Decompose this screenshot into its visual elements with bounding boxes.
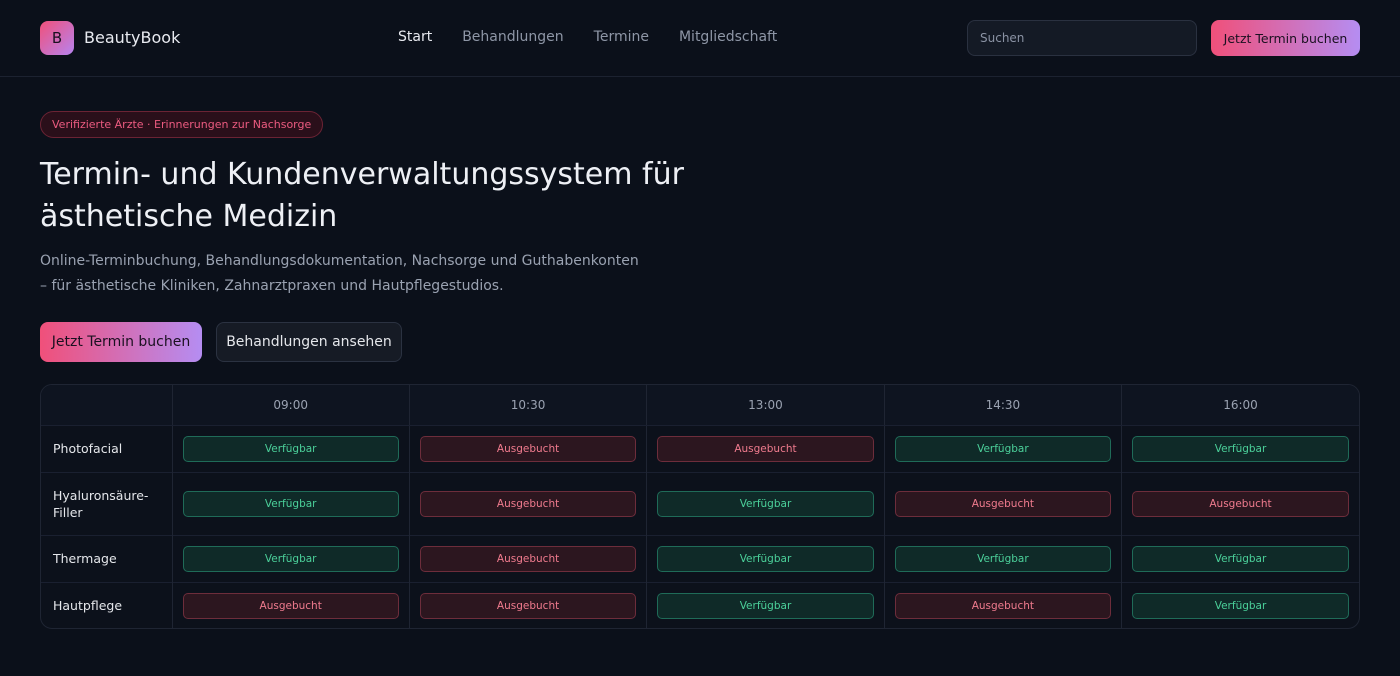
slot-cell: Ausgebucht: [171, 581, 410, 628]
nav-behandlungen[interactable]: Behandlungen: [462, 29, 563, 45]
slot-cell: Verfügbar: [171, 534, 410, 582]
availability-schedule: 09:00 10:30 13:00 14:30 16:00 Photofacia…: [40, 384, 1360, 629]
hero-book-button[interactable]: Jetzt Termin buchen: [40, 322, 202, 362]
slot-cell: Verfügbar: [171, 471, 410, 535]
slot-cell: Ausgebucht: [408, 424, 647, 472]
slot-cell: Verfügbar: [646, 471, 885, 535]
schedule-header-row: 09:00 10:30 13:00 14:30 16:00: [41, 385, 1359, 426]
time-header: 13:00: [646, 385, 885, 426]
time-header: 09:00: [171, 385, 410, 426]
slot-available-button[interactable]: Verfügbar: [1132, 592, 1349, 619]
page-subtitle: Online-Terminbuchung, Behandlungsdokumen…: [40, 253, 639, 294]
treatment-name: Thermage: [41, 534, 172, 582]
view-treatments-button[interactable]: Behandlungen ansehen: [216, 322, 402, 362]
treatment-name: Hyaluronsäure-Filler: [41, 471, 172, 535]
slot-available-button[interactable]: Verfügbar: [1132, 545, 1349, 572]
slot-booked-badge[interactable]: Ausgebucht: [419, 435, 637, 462]
slot-cell: Ausgebucht: [408, 471, 647, 535]
slot-available-button[interactable]: Verfügbar: [182, 435, 399, 462]
brand-name[interactable]: BeautyBook: [84, 28, 180, 47]
slot-cell: Verfügbar: [1121, 424, 1359, 472]
slot-cell: Ausgebucht: [883, 471, 1122, 535]
time-header: 14:30: [883, 385, 1122, 426]
slot-booked-badge[interactable]: Ausgebucht: [894, 592, 1112, 619]
slot-booked-badge[interactable]: Ausgebucht: [419, 545, 637, 572]
schedule-table: 09:00 10:30 13:00 14:30 16:00 Photofacia…: [41, 385, 1359, 628]
slot-booked-badge[interactable]: Ausgebucht: [419, 592, 637, 619]
nav-termine[interactable]: Termine: [594, 29, 649, 45]
search-input[interactable]: [967, 20, 1197, 56]
treatment-name: Hautpflege: [41, 581, 172, 628]
treatment-name: Photofacial: [41, 424, 172, 472]
top-navbar: B BeautyBook Start Behandlungen Termine …: [0, 0, 1400, 77]
slot-booked-badge[interactable]: Ausgebucht: [182, 592, 399, 619]
page-title: Termin- und Kundenverwaltungssystem für …: [40, 157, 684, 234]
slot-available-button[interactable]: Verfügbar: [182, 490, 399, 517]
slot-available-button[interactable]: Verfügbar: [894, 435, 1112, 462]
trust-badge: Verifizierte Ärzte · Erinnerungen zur Na…: [40, 111, 324, 138]
slot-cell: Verfügbar: [646, 534, 885, 582]
slot-cell: Ausgebucht: [1121, 471, 1359, 535]
time-header: 16:00: [1121, 385, 1359, 426]
slot-available-button[interactable]: Verfügbar: [182, 545, 399, 572]
nav-start[interactable]: Start: [398, 29, 432, 45]
slot-cell: Ausgebucht: [408, 581, 647, 628]
slot-booked-badge[interactable]: Ausgebucht: [657, 435, 874, 462]
slot-available-button[interactable]: Verfügbar: [1132, 435, 1349, 462]
slot-cell: Verfügbar: [883, 534, 1122, 582]
slot-booked-badge[interactable]: Ausgebucht: [419, 490, 637, 517]
slot-cell: Ausgebucht: [883, 581, 1122, 628]
slot-cell: Ausgebucht: [646, 424, 885, 472]
slot-cell: Ausgebucht: [408, 534, 647, 582]
nav-mitgliedschaft[interactable]: Mitgliedschaft: [679, 29, 777, 45]
corner-cell: [41, 385, 172, 426]
slot-available-button[interactable]: Verfügbar: [657, 545, 874, 572]
slot-cell: Verfügbar: [646, 581, 885, 628]
slot-available-button[interactable]: Verfügbar: [657, 592, 874, 619]
slot-cell: Verfügbar: [171, 424, 410, 472]
table-row: Hautpflege Ausgebucht Ausgebucht Verfügbar A…: [41, 581, 1359, 628]
slot-booked-badge[interactable]: Ausgebucht: [1132, 490, 1349, 517]
table-row: Photofacial Verfügbar Ausgebucht Ausgebucht…: [41, 424, 1359, 472]
slot-booked-badge[interactable]: Ausgebucht: [894, 490, 1112, 517]
brand-logo[interactable]: B: [40, 21, 74, 55]
time-header: 10:30: [408, 385, 647, 426]
table-row: Thermage Verfügbar Ausgebucht Verfügbar Verf…: [41, 534, 1359, 582]
slot-cell: Verfügbar: [1121, 581, 1359, 628]
slot-available-button[interactable]: Verfügbar: [657, 490, 874, 517]
slot-available-button[interactable]: Verfügbar: [894, 545, 1112, 572]
main-nav: Start Behandlungen Termine Mitgliedschaf…: [398, 29, 807, 45]
table-row: Hyaluronsäure-Filler Verfügbar Ausgebucht V…: [41, 471, 1359, 535]
slot-cell: Verfügbar: [1121, 534, 1359, 582]
slot-cell: Verfügbar: [883, 424, 1122, 472]
book-appointment-button[interactable]: Jetzt Termin buchen: [1211, 20, 1360, 56]
